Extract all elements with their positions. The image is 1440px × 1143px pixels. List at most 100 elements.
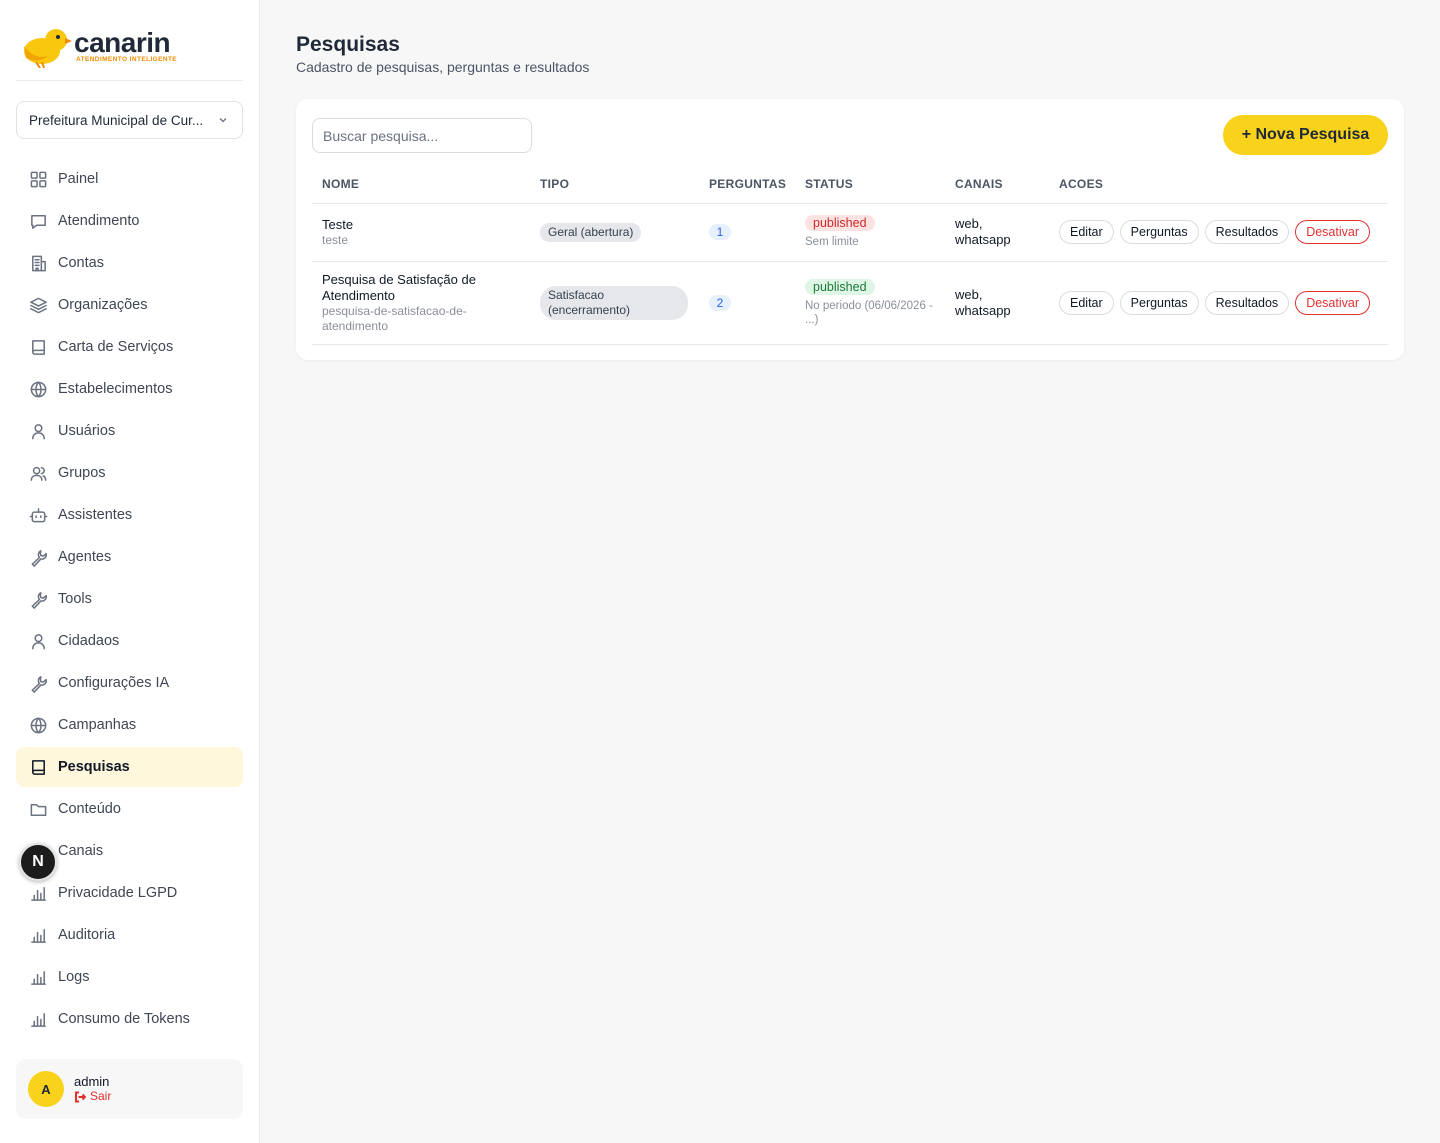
avatar[interactable]: A xyxy=(28,1071,64,1107)
results-button[interactable]: Resultados xyxy=(1204,290,1290,315)
dev-tools-badge[interactable]: N xyxy=(19,843,57,881)
sidebar-nav: Painel Atendimento Contas Organizações C… xyxy=(16,159,243,1041)
user-card: A admin Sair xyxy=(16,1059,243,1119)
cell-tipo: Geral (abertura) xyxy=(530,203,699,262)
sidebar-item-pesquisas[interactable]: Pesquisas xyxy=(16,747,243,787)
canary-bird-icon xyxy=(24,29,72,68)
globe-icon xyxy=(28,715,48,735)
sidebar-item-label: Logs xyxy=(58,969,90,985)
deactivate-button[interactable]: Desativar xyxy=(1295,290,1370,315)
chevron-down-icon xyxy=(219,118,227,123)
sidebar-item-assistentes[interactable]: Assistentes xyxy=(16,495,243,535)
sidebar-item-label: Cidadaos xyxy=(58,633,120,649)
users-icon xyxy=(28,463,48,483)
sidebar-item-label: Configurações IA xyxy=(58,675,170,691)
sidebar-item-usuarios[interactable]: Usuários xyxy=(16,411,243,451)
column-header-acoes: ACOES xyxy=(1049,165,1388,204)
table-row: Pesquisa de Satisfação de Atendimento pe… xyxy=(312,261,1388,345)
sidebar-item-label: Grupos xyxy=(58,465,106,481)
surveys-table: NOME TIPO PERGUNTAS STATUS CANAIS ACOES … xyxy=(312,165,1388,345)
column-header-nome[interactable]: NOME xyxy=(312,165,530,204)
survey-name: Pesquisa de Satisfação de Atendimento xyxy=(322,271,476,303)
bar-chart-icon xyxy=(28,883,48,903)
sidebar-item-label: Auditoria xyxy=(58,927,116,943)
sidebar-item-agentes[interactable]: Agentes xyxy=(16,537,243,577)
cell-tipo: Satisfacao (encerramento) xyxy=(530,261,699,345)
building-icon xyxy=(28,253,48,273)
sidebar-item-consumo-de-tokens[interactable]: Consumo de Tokens xyxy=(16,999,243,1039)
logout-icon xyxy=(75,1091,86,1102)
sidebar-item-label: Tools xyxy=(58,591,92,607)
bar-chart-icon xyxy=(28,1009,48,1029)
cell-canais: web, whatsapp xyxy=(945,203,1049,262)
user-info: admin Sair xyxy=(74,1074,111,1104)
questions-button[interactable]: Perguntas xyxy=(1119,290,1199,315)
sidebar-item-organizacoes[interactable]: Organizações xyxy=(16,285,243,325)
wrench-icon xyxy=(28,589,48,609)
sidebar-item-label: Painel xyxy=(58,171,99,187)
folder-icon xyxy=(28,799,48,819)
wrench-icon xyxy=(28,673,48,693)
sidebar-item-campanhas[interactable]: Campanhas xyxy=(16,705,243,745)
user-name: admin xyxy=(74,1074,110,1089)
bar-chart-icon xyxy=(28,925,48,945)
bot-icon xyxy=(28,505,48,525)
sidebar-item-tools[interactable]: Tools xyxy=(16,579,243,619)
canarin-logo[interactable]: canarin ATENDIMENTO INTELIGENTE xyxy=(20,24,177,68)
survey-slug: teste xyxy=(322,232,349,247)
search-input[interactable] xyxy=(312,118,532,153)
table-header-row: NOME TIPO PERGUNTAS STATUS CANAIS ACOES xyxy=(312,165,1388,204)
organization-select[interactable]: Prefeitura Municipal de Cur... xyxy=(16,101,243,139)
sidebar-item-logs[interactable]: Logs xyxy=(16,957,243,997)
column-header-perguntas[interactable]: PERGUNTAS xyxy=(699,165,795,204)
sidebar-item-label: Atendimento xyxy=(58,213,140,229)
sidebar-item-grupos[interactable]: Grupos xyxy=(16,453,243,493)
chat-icon xyxy=(28,211,48,231)
organization-select-value: Prefeitura Municipal de Cur... xyxy=(29,112,204,128)
sidebar-item-label: Contas xyxy=(58,255,104,271)
sidebar-item-conteudo[interactable]: Conteúdo xyxy=(16,789,243,829)
column-header-canais[interactable]: CANAIS xyxy=(945,165,1049,204)
user-icon xyxy=(28,421,48,441)
sidebar-item-label: Assistentes xyxy=(58,507,133,523)
survey-slug: pesquisa-de-satisfacao-de-atendimento xyxy=(322,303,467,333)
user-icon xyxy=(28,631,48,651)
book-icon xyxy=(28,757,48,777)
column-header-status[interactable]: STATUS xyxy=(795,165,945,204)
sidebar-item-painel[interactable]: Painel xyxy=(16,159,243,199)
type-badge: Satisfacao (encerramento) xyxy=(540,285,688,320)
sidebar-item-auditoria[interactable]: Auditoria xyxy=(16,915,243,955)
edit-button[interactable]: Editar xyxy=(1059,290,1114,315)
globe-icon xyxy=(28,379,48,399)
table-row: Teste teste Geral (abertura) 1 published… xyxy=(312,203,1388,262)
cell-status: published Sem limite xyxy=(795,203,945,262)
cell-perguntas: 2 xyxy=(699,261,795,345)
status-note: No periodo (06/06/2026 - ...) xyxy=(805,299,933,326)
edit-button[interactable]: Editar xyxy=(1059,220,1114,244)
survey-name: Teste xyxy=(322,216,354,232)
sidebar-item-label: Carta de Serviços xyxy=(58,339,174,355)
results-button[interactable]: Resultados xyxy=(1204,220,1290,244)
questions-button[interactable]: Perguntas xyxy=(1119,220,1199,244)
type-badge: Geral (abertura) xyxy=(540,222,642,242)
sidebar: canarin ATENDIMENTO INTELIGENTE Prefeitu… xyxy=(0,0,260,1143)
page-subtitle: Cadastro de pesquisas, perguntas e resul… xyxy=(296,59,590,75)
sidebar-item-privacidade-lgpd[interactable]: Privacidade LGPD xyxy=(16,873,243,913)
column-header-tipo[interactable]: TIPO xyxy=(530,165,699,204)
sidebar-item-cidadaos[interactable]: Cidadaos xyxy=(16,621,243,661)
sidebar-item-carta-de-servicos[interactable]: Carta de Serviços xyxy=(16,327,243,367)
logout-button[interactable]: Sair xyxy=(74,1089,111,1104)
status-badge: published xyxy=(805,278,875,295)
new-survey-button[interactable]: + Nova Pesquisa xyxy=(1223,115,1388,155)
sidebar-item-configuracoes-ia[interactable]: Configurações IA xyxy=(16,663,243,703)
sidebar-item-atendimento[interactable]: Atendimento xyxy=(16,201,243,241)
question-count-badge: 1 xyxy=(709,224,731,240)
deactivate-button[interactable]: Desativar xyxy=(1295,220,1370,244)
channels-text: web, whatsapp xyxy=(955,286,1011,318)
sidebar-item-contas[interactable]: Contas xyxy=(16,243,243,283)
sidebar-item-label: Privacidade LGPD xyxy=(58,885,178,901)
cell-perguntas: 1 xyxy=(699,203,795,262)
surveys-card: + Nova Pesquisa NOME TIPO PERGUNTAS STAT… xyxy=(296,99,1404,360)
cell-actions: Editar Perguntas Resultados Desativar xyxy=(1049,203,1388,262)
sidebar-item-estabelecimentos[interactable]: Estabelecimentos xyxy=(16,369,243,409)
